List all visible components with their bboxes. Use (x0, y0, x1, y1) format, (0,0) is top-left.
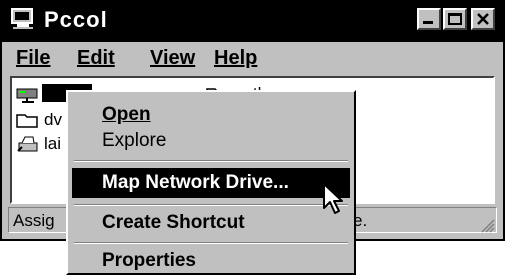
printer-icon (17, 136, 38, 152)
menu-separator (74, 160, 348, 162)
mouse-pointer-icon (323, 183, 343, 214)
menu-separator (74, 242, 348, 244)
menu-bar: File Edit View Help (2, 42, 503, 74)
menu-item-explore[interactable]: Explore (72, 126, 350, 156)
menu-item-map-network-drive[interactable]: Map Network Drive... (72, 168, 350, 198)
close-icon[interactable] (471, 8, 495, 30)
menu-help[interactable]: Help (214, 47, 257, 70)
minimize-icon[interactable] (417, 8, 441, 30)
computer-icon (11, 8, 33, 29)
maximize-icon[interactable] (443, 8, 467, 30)
menu-item-create-shortcut[interactable]: Create Shortcut (72, 208, 350, 238)
menu-separator (74, 204, 348, 206)
menu-file[interactable]: File (16, 47, 50, 70)
menu-item-properties[interactable]: Properties (72, 246, 350, 276)
folder-icon (16, 114, 38, 128)
network-drive-icon (16, 88, 38, 103)
window-title: Pccol (44, 7, 108, 32)
menu-view[interactable]: View (150, 47, 195, 70)
resize-grip-icon[interactable] (479, 217, 495, 233)
title-bar[interactable]: Pccol (2, 2, 503, 42)
menu-edit[interactable]: Edit (77, 47, 115, 70)
context-menu: Open Explore Map Network Drive... Create… (66, 90, 356, 275)
